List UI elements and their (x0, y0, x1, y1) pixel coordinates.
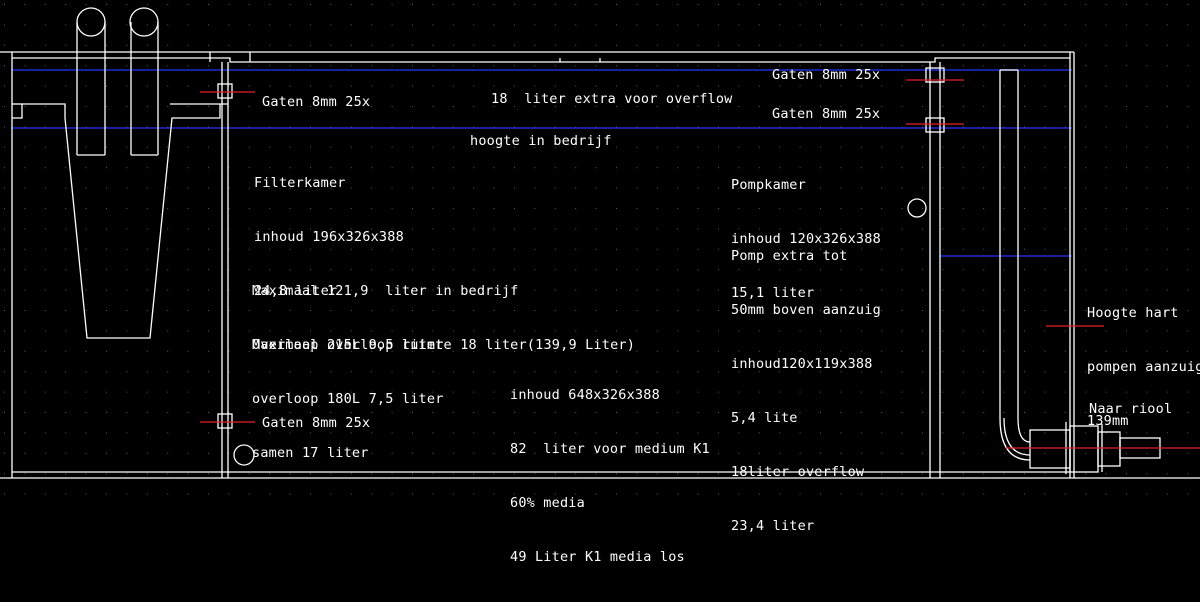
media-volume-line-4: 49 Liter K1 media los (510, 549, 685, 565)
label-overflow-extra: 18 liter extra voor overflow (491, 91, 733, 107)
label-pump-extra: Pomp extra tot 50mm boven aanzuig inhoud… (731, 211, 881, 571)
pump-extra-line-4: 5,4 lite (731, 410, 798, 426)
pump-extra-line-2: 50mm boven aanzuig (731, 302, 881, 318)
label-holes-top-right: Gaten 8mm 25x (772, 67, 881, 83)
label-media-volume: inhoud 648x326x388 82 liter voor medium … (510, 350, 710, 602)
label-pump-center-height: Hoogte hart pompen aanzuig 139mm (1087, 268, 1200, 466)
filter-chamber-line-2: inhoud 196x326x388 (254, 229, 404, 245)
pump-extra-line-6: 23,4 liter (731, 518, 815, 534)
label-overflow-volumes: Overloop 215L 9,5 liter overloop 180L 7,… (252, 300, 444, 498)
overflow-volumes-line-3: samen 17 liter (252, 445, 369, 461)
pump-extra-line-1: Pomp extra tot (731, 248, 848, 264)
filter-chamber-line-1: Filterkamer (254, 175, 346, 191)
pump-center-line-2: pompen aanzuig (1087, 359, 1200, 375)
max-operating-line-1: Maximaal 121,9 liter in bedrijf (252, 283, 519, 299)
pump-center-line-1: Hoogte hart (1087, 305, 1179, 321)
pump-chamber-line-1: Pompkamer (731, 177, 806, 193)
media-volume-line-2: 82 liter voor medium K1 (510, 441, 710, 457)
overflow-volumes-line-1: Overloop 215L 9,5 liter (252, 337, 444, 353)
label-to-sewer: Naar riool (1089, 401, 1173, 417)
label-holes-top-left: Gaten 8mm 25x (262, 94, 371, 110)
cad-drawing: Gaten 8mm 25x Gaten 8mm 25x Gaten 8mm 25… (0, 0, 1200, 565)
pump-extra-line-3: inhoud120x119x388 (731, 356, 873, 372)
label-holes-mid-right: Gaten 8mm 25x (772, 106, 881, 122)
overflow-volumes-line-2: overloop 180L 7,5 liter (252, 391, 444, 407)
pump-extra-line-5: 18liter overflow (731, 464, 865, 480)
media-volume-line-3: 60% media (510, 495, 585, 511)
label-operating-height: hoogte in bedrijf (470, 133, 612, 149)
media-volume-line-1: inhoud 648x326x388 (510, 387, 660, 403)
